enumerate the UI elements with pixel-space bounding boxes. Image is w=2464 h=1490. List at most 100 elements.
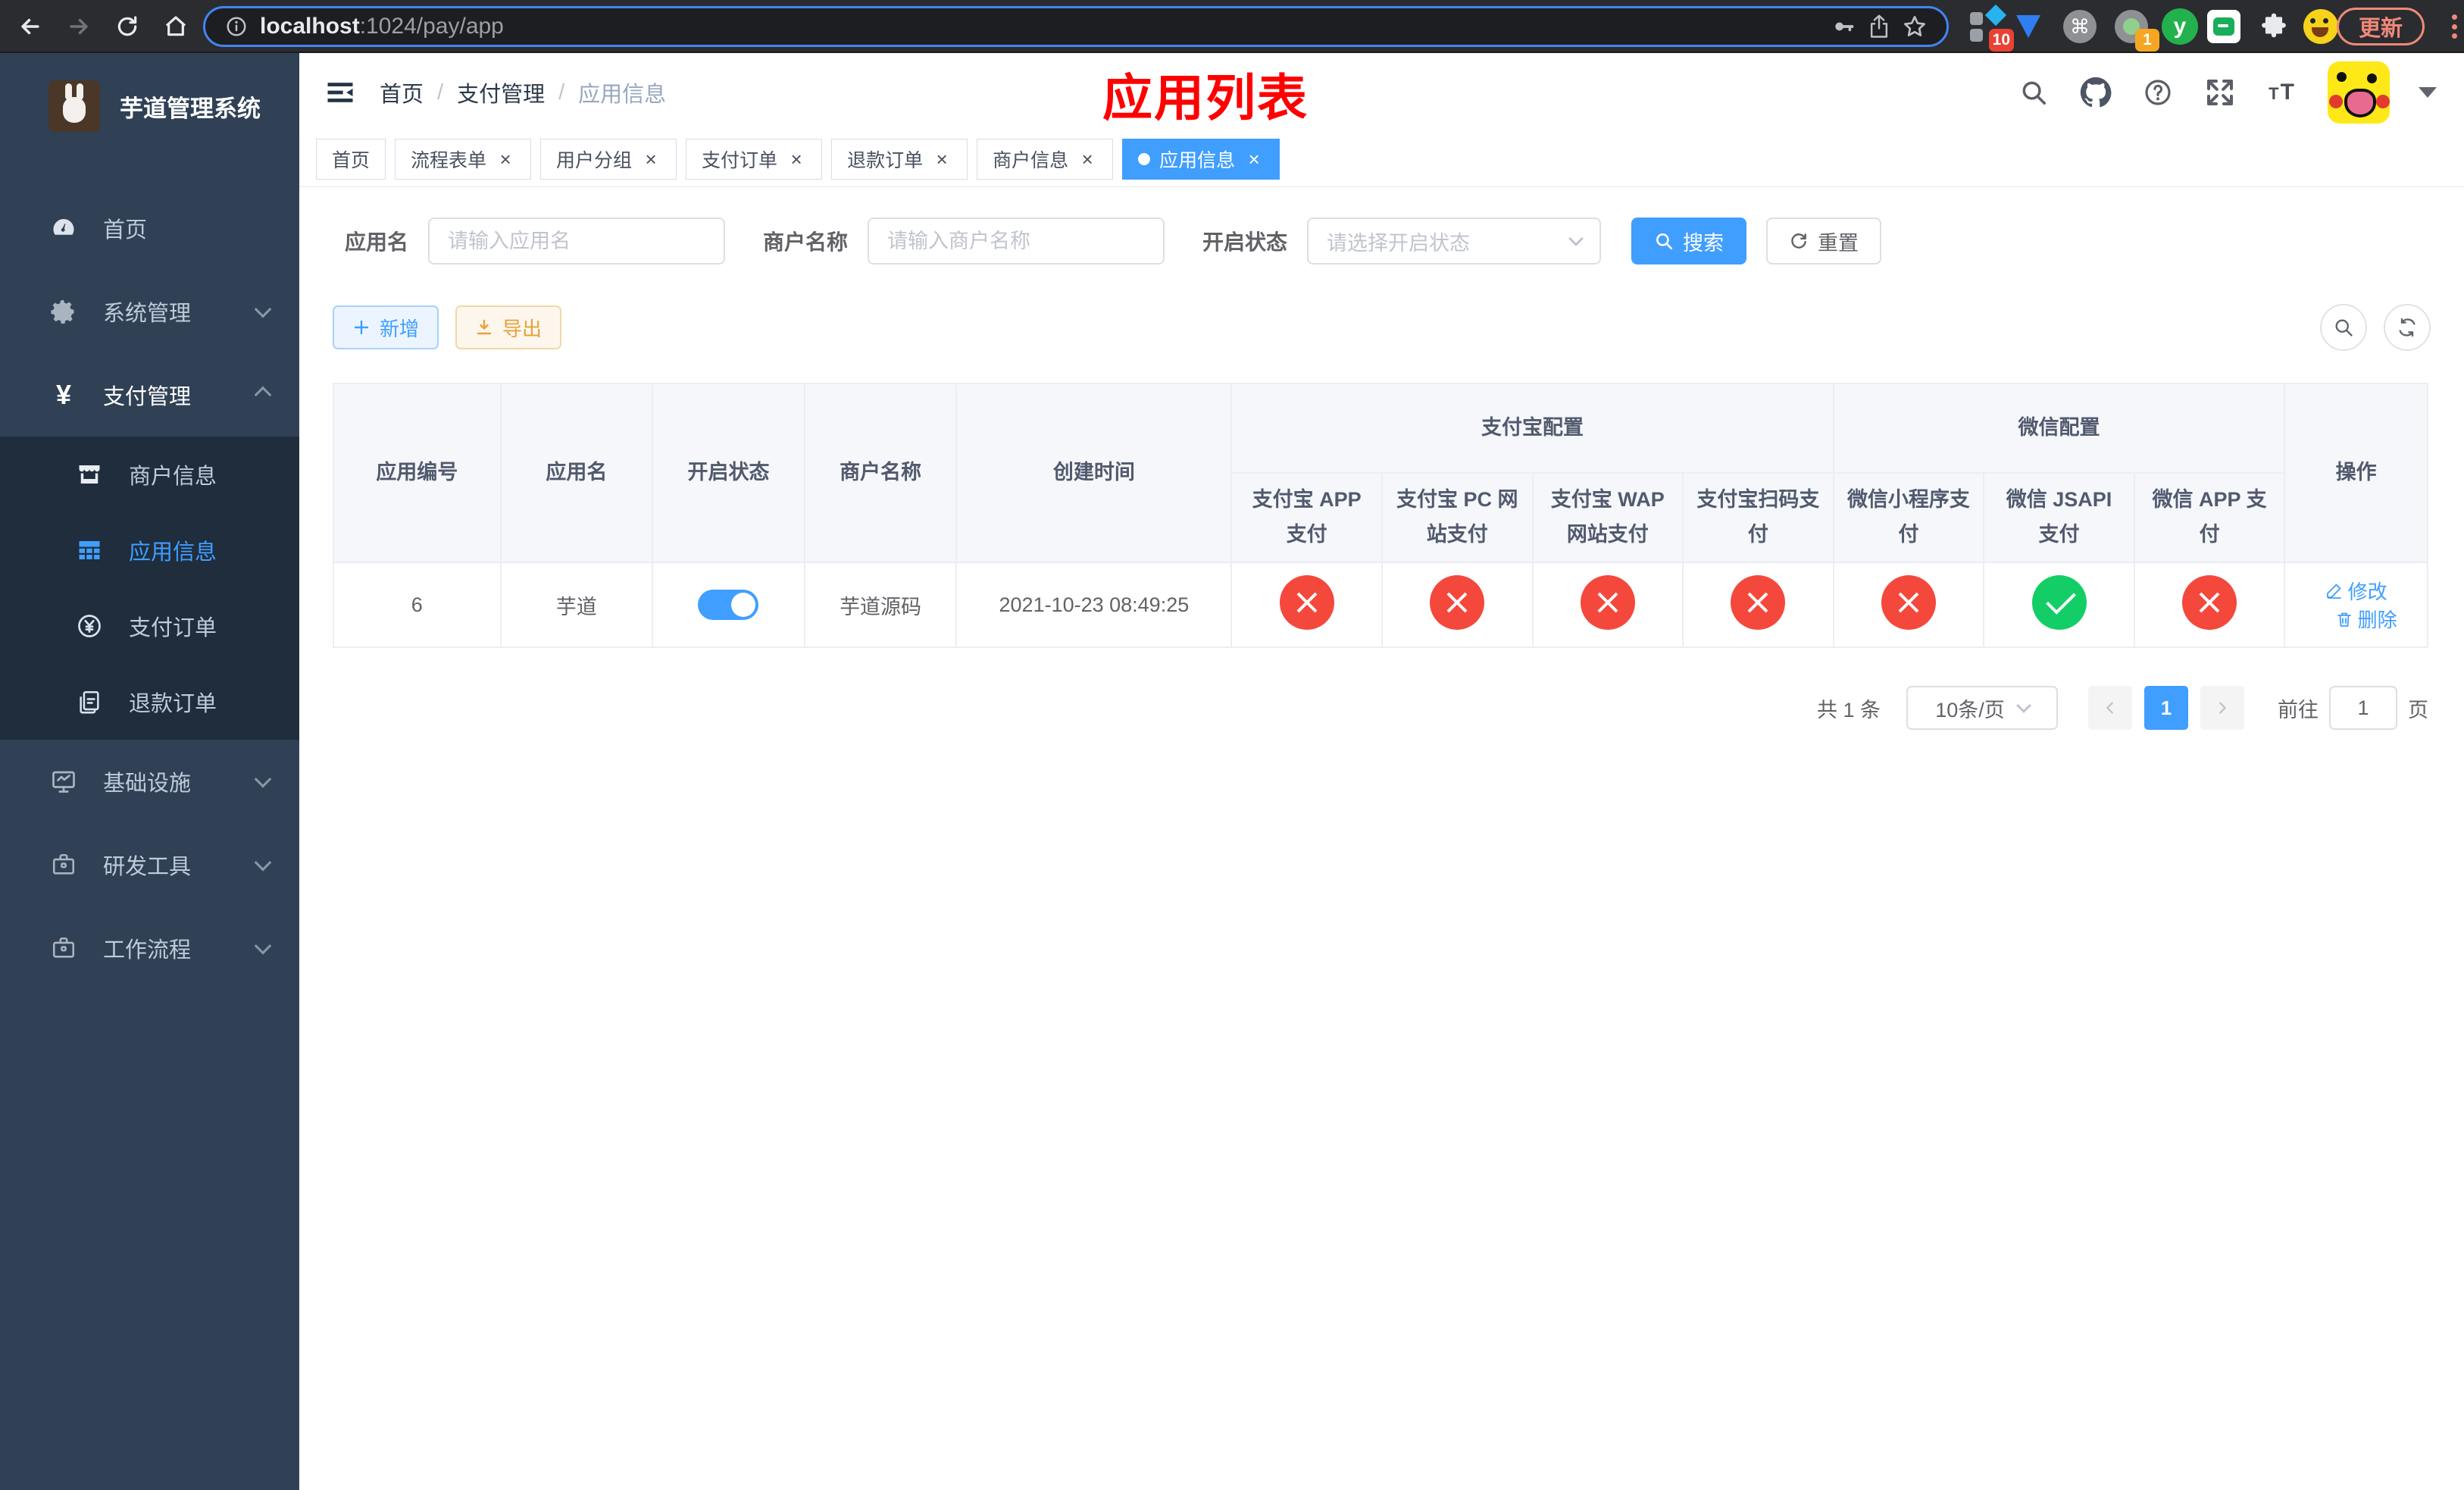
- bookmark-star-icon[interactable]: [1903, 14, 1927, 39]
- wx-app-status-icon: [2182, 574, 2237, 630]
- extensions-puzzle-icon[interactable]: [2255, 8, 2293, 45]
- extension-chat-icon[interactable]: [2205, 8, 2243, 45]
- page-title-annotation: 应用列表: [1102, 70, 1309, 126]
- tab-close-icon[interactable]: [1244, 148, 1264, 171]
- breadcrumb-payment[interactable]: 支付管理: [457, 77, 545, 108]
- sidebar-collapse-icon[interactable]: [322, 74, 358, 111]
- sidebar-item-app-info[interactable]: 应用信息: [0, 512, 299, 588]
- browser-menu-icon[interactable]: [2450, 11, 2458, 42]
- toggle-search-icon[interactable]: [2320, 304, 2367, 351]
- export-button[interactable]: 导出: [455, 305, 562, 349]
- page-info-icon[interactable]: [225, 15, 248, 38]
- prev-page-button[interactable]: [2088, 686, 2132, 730]
- tag-view-bar: 首页 流程表单 用户分组 支付订单 退款订单 商户信息 应用信息: [299, 132, 2464, 187]
- chevron-up-icon: [254, 386, 272, 404]
- edit-link[interactable]: 修改: [2325, 577, 2387, 605]
- extension-command-icon[interactable]: ⌘: [2061, 8, 2099, 45]
- sidebar-item-pay-order[interactable]: 支付订单: [0, 588, 299, 664]
- extension-gem-icon[interactable]: [2009, 8, 2047, 45]
- tab-close-icon[interactable]: [1077, 148, 1097, 171]
- top-navbar: 首页 / 支付管理 / 应用信息 TT: [299, 53, 2464, 132]
- goto-page: 前往 1 页: [2278, 686, 2428, 730]
- status-select[interactable]: 请选择开启状态: [1307, 218, 1602, 265]
- cell-status: [652, 562, 805, 648]
- password-key-icon[interactable]: [1831, 14, 1856, 39]
- reset-button[interactable]: 重置: [1766, 218, 1882, 265]
- table-toolbar: 新增 导出: [333, 304, 2431, 351]
- col-header-alipay-qr: 支付宝扫码支付: [1682, 472, 1834, 563]
- tab-merchant-info[interactable]: 商户信息: [977, 139, 1114, 180]
- group-header-alipay: 支付宝配置: [1230, 383, 1834, 474]
- main-content: 应用名 商户名称 开启状态 请选择开启状态 搜索 重置 新增 导出: [299, 187, 2464, 1490]
- col-header-status: 开启状态: [652, 383, 805, 563]
- tab-refund-order[interactable]: 退款订单: [831, 139, 968, 180]
- sidebar-item-dev-tools[interactable]: 研发工具: [0, 823, 299, 906]
- breadcrumb-current: 应用信息: [578, 83, 667, 107]
- cell-app-name: 芋道: [499, 562, 654, 648]
- delete-link[interactable]: 删除: [2335, 605, 2397, 633]
- goto-page-input[interactable]: 1: [2329, 686, 2397, 730]
- browser-reload-button[interactable]: [111, 10, 144, 43]
- browser-update-button[interactable]: 更新: [2336, 8, 2425, 45]
- chevron-down-icon: [254, 770, 272, 788]
- sidebar-menu: 首页 系统管理 ¥ 支付管理 商户信息 应用信息 支付订单 退款订单 基础设施 …: [0, 186, 299, 990]
- cell-merchant: 芋道源码: [803, 562, 958, 648]
- col-header-alipay-pc: 支付宝 PC 网站支付: [1381, 472, 1534, 563]
- sidebar-item-refund-order[interactable]: 退款订单: [0, 664, 299, 740]
- app-title: 芋道管理系统: [120, 95, 261, 122]
- tab-close-icon[interactable]: [641, 148, 661, 171]
- chevron-down-icon: [1568, 231, 1584, 246]
- extension-recorder-icon[interactable]: 1: [2112, 8, 2159, 52]
- monitor-chart-icon: [48, 768, 79, 795]
- extension-yudao-icon[interactable]: y: [2161, 8, 2199, 45]
- sidebar-item-system[interactable]: 系统管理: [0, 270, 299, 353]
- user-avatar[interactable]: [2328, 61, 2390, 124]
- tab-close-icon[interactable]: [786, 148, 806, 171]
- next-page-button[interactable]: [2200, 686, 2244, 730]
- wx-jsapi-status-icon: [2031, 574, 2087, 630]
- sidebar-item-workflow[interactable]: 工作流程: [0, 906, 299, 990]
- fullscreen-icon[interactable]: [2203, 76, 2237, 109]
- col-header-alipay-wap: 支付宝 WAP 网站支付: [1531, 472, 1684, 563]
- breadcrumb-home[interactable]: 首页: [380, 77, 424, 108]
- status-label: 开启状态: [1202, 230, 1288, 254]
- browser-home-button[interactable]: [159, 10, 192, 43]
- sidebar-item-merchant-info[interactable]: 商户信息: [0, 437, 299, 512]
- page-number-button[interactable]: 1: [2144, 686, 2188, 730]
- tab-app-info[interactable]: 应用信息: [1122, 139, 1280, 180]
- url-bar[interactable]: localhost:1024/pay/app: [203, 6, 1949, 47]
- chevron-down-icon: [254, 937, 272, 955]
- tab-pay-order[interactable]: 支付订单: [686, 139, 823, 180]
- sidebar-item-payment[interactable]: ¥ 支付管理: [0, 353, 299, 437]
- header-search-icon[interactable]: [2017, 76, 2050, 109]
- tab-close-icon[interactable]: [932, 148, 952, 171]
- avatar-dropdown-caret[interactable]: [2419, 87, 2437, 98]
- profile-avatar-icon[interactable]: [2302, 8, 2340, 45]
- sidebar-item-infrastructure[interactable]: 基础设施: [0, 740, 299, 823]
- tab-home[interactable]: 首页: [316, 139, 386, 180]
- browser-back-button[interactable]: [14, 10, 47, 43]
- search-button[interactable]: 搜索: [1631, 218, 1747, 265]
- merchant-name-input[interactable]: [887, 229, 1146, 253]
- tab-process-form[interactable]: 流程表单: [395, 139, 532, 180]
- tab-close-icon[interactable]: [496, 148, 515, 171]
- row-status-toggle[interactable]: [698, 590, 759, 620]
- app-logo-row[interactable]: 芋道管理系统: [0, 53, 299, 159]
- help-icon[interactable]: [2141, 76, 2175, 109]
- col-header-action: 操作: [2284, 383, 2428, 563]
- sidebar-item-home[interactable]: 首页: [0, 186, 299, 270]
- page-size-select[interactable]: 10条/页: [1906, 686, 2058, 730]
- app-name-input[interactable]: [448, 229, 706, 253]
- github-icon[interactable]: [2079, 76, 2112, 109]
- col-header-wx-app: 微信 APP 支付: [2133, 472, 2286, 563]
- extension-grid-icon[interactable]: 10: [1967, 4, 2014, 52]
- add-button[interactable]: 新增: [333, 305, 439, 349]
- font-size-icon[interactable]: TT: [2265, 76, 2299, 109]
- yen-circle-icon: [74, 612, 105, 640]
- tab-user-group[interactable]: 用户分组: [540, 139, 677, 180]
- cell-actions: 修改 删除: [2284, 562, 2428, 648]
- refresh-table-icon[interactable]: [2384, 304, 2431, 351]
- share-icon[interactable]: [1868, 14, 1890, 39]
- app-name-input-wrap: [428, 218, 726, 265]
- browser-forward-button[interactable]: [62, 10, 95, 43]
